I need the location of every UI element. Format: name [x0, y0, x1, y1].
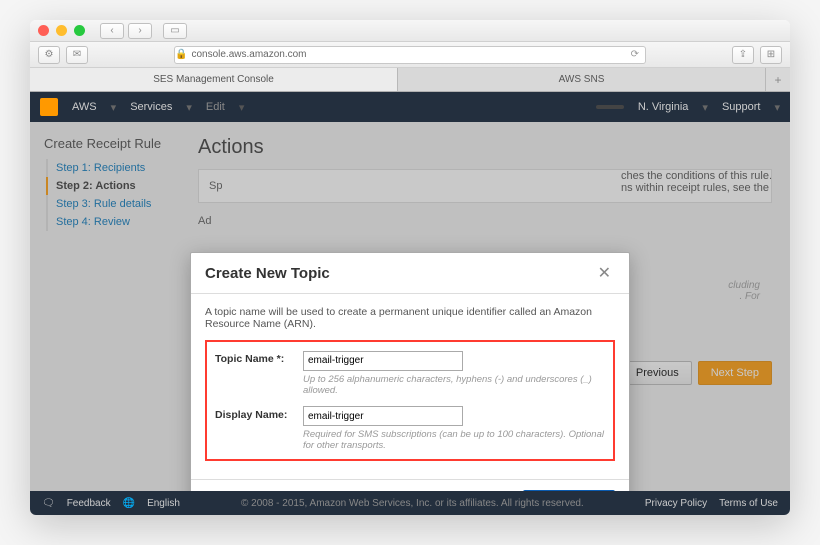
- display-name-hint: Required for SMS subscriptions (can be u…: [303, 429, 605, 451]
- feedback-icon: 🗨: [42, 498, 55, 509]
- sidebar-toggle-icon[interactable]: ▭: [163, 23, 187, 39]
- partial-text-1: ches the conditions of this rule. ns wit…: [621, 170, 772, 194]
- url-text: console.aws.amazon.com: [191, 49, 306, 60]
- topic-name-input[interactable]: [303, 351, 463, 371]
- modal-title: Create New Topic: [205, 265, 594, 282]
- aws-footer: 🗨 Feedback 🌐 English © 2008 - 2015, Amaz…: [30, 491, 790, 515]
- close-window-icon[interactable]: [38, 25, 49, 36]
- content-area: Create Receipt Rule Step 1: Recipients S…: [30, 122, 790, 491]
- url-field[interactable]: 🔒 console.aws.amazon.com ⟳: [174, 46, 646, 64]
- address-bar: ⚙ ✉ 🔒 console.aws.amazon.com ⟳ ⇪ ⊞: [30, 42, 790, 68]
- tabs-icon[interactable]: ⊞: [760, 46, 782, 64]
- refresh-icon[interactable]: ⟳: [631, 49, 639, 60]
- modal-description: A topic name will be used to create a pe…: [205, 306, 615, 330]
- browser-window: ‹ › ▭ ⚙ ✉ 🔒 console.aws.amazon.com ⟳ ⇪ ⊞…: [30, 20, 790, 515]
- bookmark-icon[interactable]: ✉: [66, 46, 88, 64]
- close-icon[interactable]: ✕: [594, 263, 615, 283]
- feedback-link[interactable]: Feedback: [67, 498, 111, 509]
- globe-icon: 🌐: [123, 498, 135, 509]
- minimize-window-icon[interactable]: [56, 25, 67, 36]
- partial-text-2: cluding . For: [728, 280, 760, 302]
- display-name-input[interactable]: [303, 406, 463, 426]
- extension-icon[interactable]: ⚙: [38, 46, 60, 64]
- window-titlebar: ‹ › ▭: [30, 20, 790, 42]
- forward-button[interactable]: ›: [128, 23, 152, 39]
- lock-icon: 🔒: [175, 49, 187, 60]
- highlighted-fields: Topic Name *: Up to 256 alphanumeric cha…: [205, 340, 615, 461]
- terms-link[interactable]: Terms of Use: [719, 498, 778, 509]
- privacy-link[interactable]: Privacy Policy: [645, 498, 707, 509]
- topic-name-hint: Up to 256 alphanumeric characters, hyphe…: [303, 374, 605, 396]
- share-icon[interactable]: ⇪: [732, 46, 754, 64]
- support-menu[interactable]: Support: [722, 101, 761, 113]
- region-menu[interactable]: N. Virginia: [638, 101, 689, 113]
- tab-sns[interactable]: AWS SNS: [398, 68, 766, 91]
- display-name-label: Display Name:: [215, 406, 303, 421]
- copyright-text: © 2008 - 2015, Amazon Web Services, Inc.…: [192, 498, 633, 509]
- topic-name-label: Topic Name *:: [215, 350, 303, 365]
- modal-cancel-button[interactable]: Cancel: [463, 490, 515, 491]
- back-button[interactable]: ‹: [100, 23, 124, 39]
- aws-logo-icon[interactable]: [40, 98, 58, 116]
- create-topic-button[interactable]: Create Topic: [523, 490, 615, 491]
- tab-ses[interactable]: SES Management Console: [30, 68, 398, 91]
- browser-tabs: SES Management Console AWS SNS +: [30, 68, 790, 92]
- aws-header: AWS ▾ Services ▾ Edit ▾ N. Virginia ▾ Su…: [30, 92, 790, 122]
- services-menu[interactable]: Services: [130, 101, 172, 113]
- maximize-window-icon[interactable]: [74, 25, 85, 36]
- create-topic-modal: Create New Topic ✕ A topic name will be …: [190, 252, 630, 491]
- edit-menu[interactable]: Edit: [206, 101, 225, 113]
- aws-brand[interactable]: AWS: [72, 101, 97, 113]
- language-link[interactable]: English: [147, 498, 180, 509]
- new-tab-button[interactable]: +: [766, 68, 790, 91]
- account-menu[interactable]: [596, 105, 624, 109]
